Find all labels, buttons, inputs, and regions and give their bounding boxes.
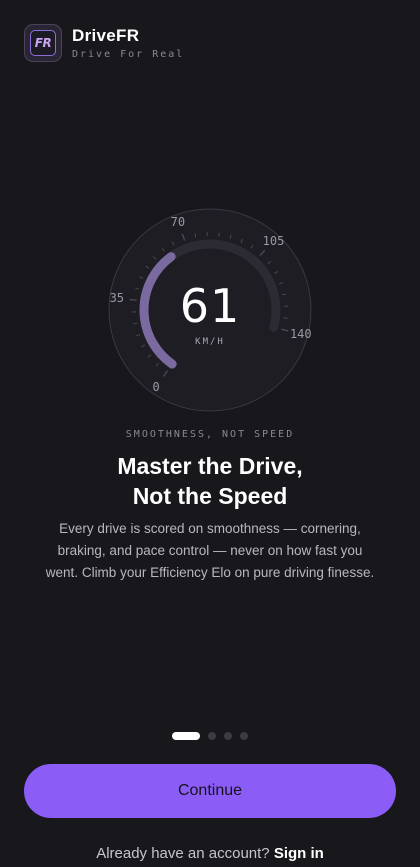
app-logo: FR xyxy=(24,24,62,62)
signin-link[interactable]: Sign in xyxy=(274,845,324,862)
page-indicator xyxy=(0,732,420,740)
page-dot[interactable] xyxy=(224,732,232,740)
gauge-tick-label: 0 xyxy=(152,380,160,394)
signin-row: Already have an account? Sign in xyxy=(0,845,420,862)
gauge-tick-label: 105 xyxy=(262,233,285,248)
description: Every drive is scored on smoothness — co… xyxy=(45,521,375,580)
app-name: DriveFR xyxy=(72,26,140,45)
continue-button[interactable]: Continue xyxy=(24,764,396,818)
page-dot[interactable] xyxy=(240,732,248,740)
headline-line-2: Not the Speed xyxy=(132,483,288,509)
app-tagline: Drive For Real xyxy=(72,49,185,60)
page-dot[interactable] xyxy=(208,732,216,740)
page-dot-active[interactable] xyxy=(172,732,200,740)
signin-prompt: Already have an account? xyxy=(96,845,270,862)
speed-gauge: 0 35 70 105 140 61 KM/H xyxy=(107,207,313,413)
eyebrow-label: SMOOTHNESS, NOT SPEED xyxy=(125,429,295,440)
headline-line-1: Master the Drive, xyxy=(117,453,303,479)
speed-unit: KM/H xyxy=(195,337,225,347)
speed-value: 61 xyxy=(179,279,241,333)
app-header: FR DriveFR Drive For Real xyxy=(24,24,184,62)
headline: Master the Drive, Not the Speed xyxy=(0,451,420,511)
gauge-tick-label: 70 xyxy=(170,214,186,229)
logo-mark: FR xyxy=(30,30,56,56)
brand: DriveFR Drive For Real xyxy=(72,26,184,60)
